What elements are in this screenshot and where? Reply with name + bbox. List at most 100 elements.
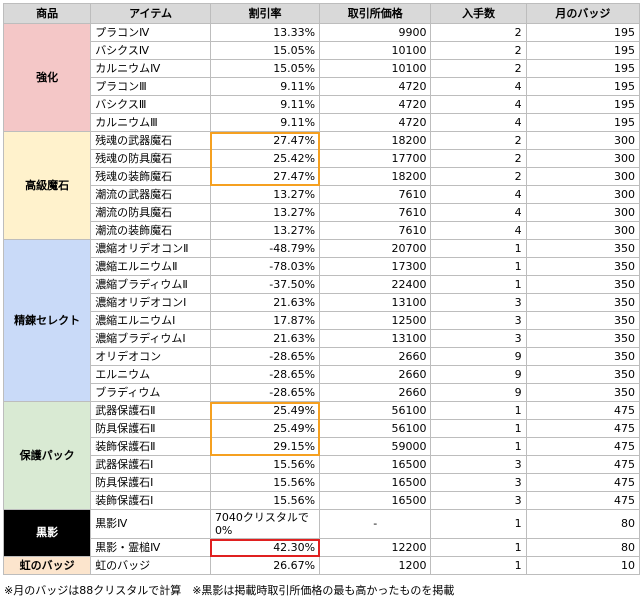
exchange-price-cell[interactable]: 7610 — [319, 203, 432, 222]
exchange-price-cell[interactable]: 20700 — [319, 239, 432, 258]
item-cell[interactable]: 装飾保護石Ⅱ — [90, 437, 211, 456]
moon-badge-cell[interactable]: 80 — [525, 538, 640, 557]
moon-badge-cell[interactable]: 350 — [525, 275, 640, 294]
moon-badge-cell[interactable]: 350 — [525, 311, 640, 330]
exchange-price-cell[interactable]: 7610 — [319, 221, 432, 240]
item-cell[interactable]: 濃縮ブラディウムⅠ — [90, 329, 211, 348]
discount-rate-cell[interactable]: -28.65% — [209, 347, 321, 366]
exchange-price-cell[interactable]: 16500 — [319, 473, 432, 492]
moon-badge-cell[interactable]: 350 — [525, 329, 640, 348]
exchange-price-cell[interactable]: 9900 — [319, 23, 432, 42]
exchange-price-cell[interactable]: 13100 — [319, 293, 432, 312]
item-cell[interactable]: 濃縮オリデオコンⅠ — [90, 293, 211, 312]
moon-badge-cell[interactable]: 300 — [525, 167, 640, 186]
discount-rate-cell[interactable]: 27.47% — [209, 131, 321, 150]
moon-badge-cell[interactable]: 10 — [525, 556, 640, 575]
exchange-price-cell[interactable]: 18200 — [319, 167, 432, 186]
moon-badge-cell[interactable]: 80 — [525, 509, 640, 539]
exchange-price-cell[interactable]: 10100 — [319, 41, 432, 60]
item-cell[interactable]: 黒影Ⅳ — [90, 509, 211, 539]
quantity-cell[interactable]: 1 — [430, 239, 527, 258]
exchange-price-cell[interactable]: 17300 — [319, 257, 432, 276]
quantity-cell[interactable]: 1 — [430, 538, 527, 557]
moon-badge-cell[interactable]: 350 — [525, 239, 640, 258]
item-cell[interactable]: 濃縮ブラディウムⅡ — [90, 275, 211, 294]
quantity-cell[interactable]: 1 — [430, 556, 527, 575]
moon-badge-cell[interactable]: 475 — [525, 437, 640, 456]
moon-badge-cell[interactable]: 195 — [525, 59, 640, 78]
quantity-cell[interactable]: 1 — [430, 275, 527, 294]
exchange-price-cell[interactable]: 4720 — [319, 113, 432, 132]
exchange-price-cell[interactable]: - — [319, 509, 432, 539]
exchange-price-cell[interactable]: 2660 — [319, 347, 432, 366]
moon-badge-cell[interactable]: 350 — [525, 383, 640, 402]
item-cell[interactable]: ブラディウム — [90, 383, 211, 402]
moon-badge-cell[interactable]: 300 — [525, 185, 640, 204]
moon-badge-cell[interactable]: 195 — [525, 113, 640, 132]
item-cell[interactable]: 潮流の防具魔石 — [90, 203, 211, 222]
item-cell[interactable]: 潮流の武器魔石 — [90, 185, 211, 204]
item-cell[interactable]: 虹のバッジ — [90, 556, 211, 575]
quantity-cell[interactable]: 4 — [430, 77, 527, 96]
moon-badge-cell[interactable]: 300 — [525, 149, 640, 168]
exchange-price-cell[interactable]: 56100 — [319, 419, 432, 438]
item-cell[interactable]: 武器保護石Ⅱ — [90, 401, 211, 420]
quantity-cell[interactable]: 2 — [430, 23, 527, 42]
quantity-cell[interactable]: 2 — [430, 59, 527, 78]
exchange-price-cell[interactable]: 2660 — [319, 365, 432, 384]
discount-rate-cell[interactable]: 15.05% — [209, 59, 321, 78]
item-cell[interactable]: 残魂の武器魔石 — [90, 131, 211, 150]
moon-badge-cell[interactable]: 475 — [525, 455, 640, 474]
moon-badge-cell[interactable]: 300 — [525, 131, 640, 150]
exchange-price-cell[interactable]: 16500 — [319, 491, 432, 510]
quantity-cell[interactable]: 3 — [430, 311, 527, 330]
quantity-cell[interactable]: 3 — [430, 455, 527, 474]
discount-rate-cell[interactable]: 9.11% — [209, 77, 321, 96]
moon-badge-cell[interactable]: 300 — [525, 203, 640, 222]
exchange-price-cell[interactable]: 16500 — [319, 455, 432, 474]
quantity-cell[interactable]: 4 — [430, 113, 527, 132]
discount-rate-cell[interactable]: 17.87% — [209, 311, 321, 330]
moon-badge-cell[interactable]: 195 — [525, 95, 640, 114]
item-cell[interactable]: 濃縮エルニウムⅡ — [90, 257, 211, 276]
item-cell[interactable]: 防具保護石Ⅰ — [90, 473, 211, 492]
header-quantity[interactable]: 入手数 — [430, 3, 527, 24]
moon-badge-cell[interactable]: 195 — [525, 23, 640, 42]
item-cell[interactable]: 濃縮オリデオコンⅡ — [90, 239, 211, 258]
discount-rate-cell[interactable]: 29.15% — [209, 437, 321, 456]
discount-rate-cell[interactable]: -28.65% — [209, 365, 321, 384]
quantity-cell[interactable]: 1 — [430, 437, 527, 456]
moon-badge-cell[interactable]: 350 — [525, 257, 640, 276]
moon-badge-cell[interactable]: 195 — [525, 41, 640, 60]
quantity-cell[interactable]: 1 — [430, 257, 527, 276]
exchange-price-cell[interactable]: 7610 — [319, 185, 432, 204]
exchange-price-cell[interactable]: 10100 — [319, 59, 432, 78]
item-cell[interactable]: 黒影・霊槌Ⅳ — [90, 538, 211, 557]
quantity-cell[interactable]: 3 — [430, 329, 527, 348]
discount-rate-cell[interactable]: 13.27% — [209, 221, 321, 240]
item-cell[interactable]: 潮流の装飾魔石 — [90, 221, 211, 240]
item-cell[interactable]: 残魂の防具魔石 — [90, 149, 211, 168]
discount-rate-cell[interactable]: -48.79% — [209, 239, 321, 258]
item-cell[interactable]: オリデオコン — [90, 347, 211, 366]
quantity-cell[interactable]: 1 — [430, 419, 527, 438]
discount-rate-cell[interactable]: 27.47% — [209, 167, 321, 186]
quantity-cell[interactable]: 1 — [430, 509, 527, 539]
exchange-price-cell[interactable]: 59000 — [319, 437, 432, 456]
discount-rate-cell[interactable]: 9.11% — [209, 113, 321, 132]
quantity-cell[interactable]: 4 — [430, 221, 527, 240]
discount-rate-cell[interactable]: 15.56% — [209, 491, 321, 510]
quantity-cell[interactable]: 2 — [430, 131, 527, 150]
discount-rate-cell[interactable]: 25.49% — [209, 419, 321, 438]
exchange-price-cell[interactable]: 2660 — [319, 383, 432, 402]
discount-rate-cell[interactable]: 21.63% — [209, 293, 321, 312]
moon-badge-cell[interactable]: 300 — [525, 221, 640, 240]
discount-rate-cell[interactable]: 15.56% — [209, 455, 321, 474]
discount-rate-cell[interactable]: 26.67% — [209, 556, 321, 575]
item-cell[interactable]: プラコンⅣ — [90, 23, 211, 42]
exchange-price-cell[interactable]: 12200 — [319, 538, 432, 557]
item-cell[interactable]: 防具保護石Ⅱ — [90, 419, 211, 438]
header-moon-badge[interactable]: 月のバッジ — [525, 3, 640, 24]
quantity-cell[interactable]: 4 — [430, 185, 527, 204]
header-exchange-price[interactable]: 取引所価格 — [319, 3, 432, 24]
